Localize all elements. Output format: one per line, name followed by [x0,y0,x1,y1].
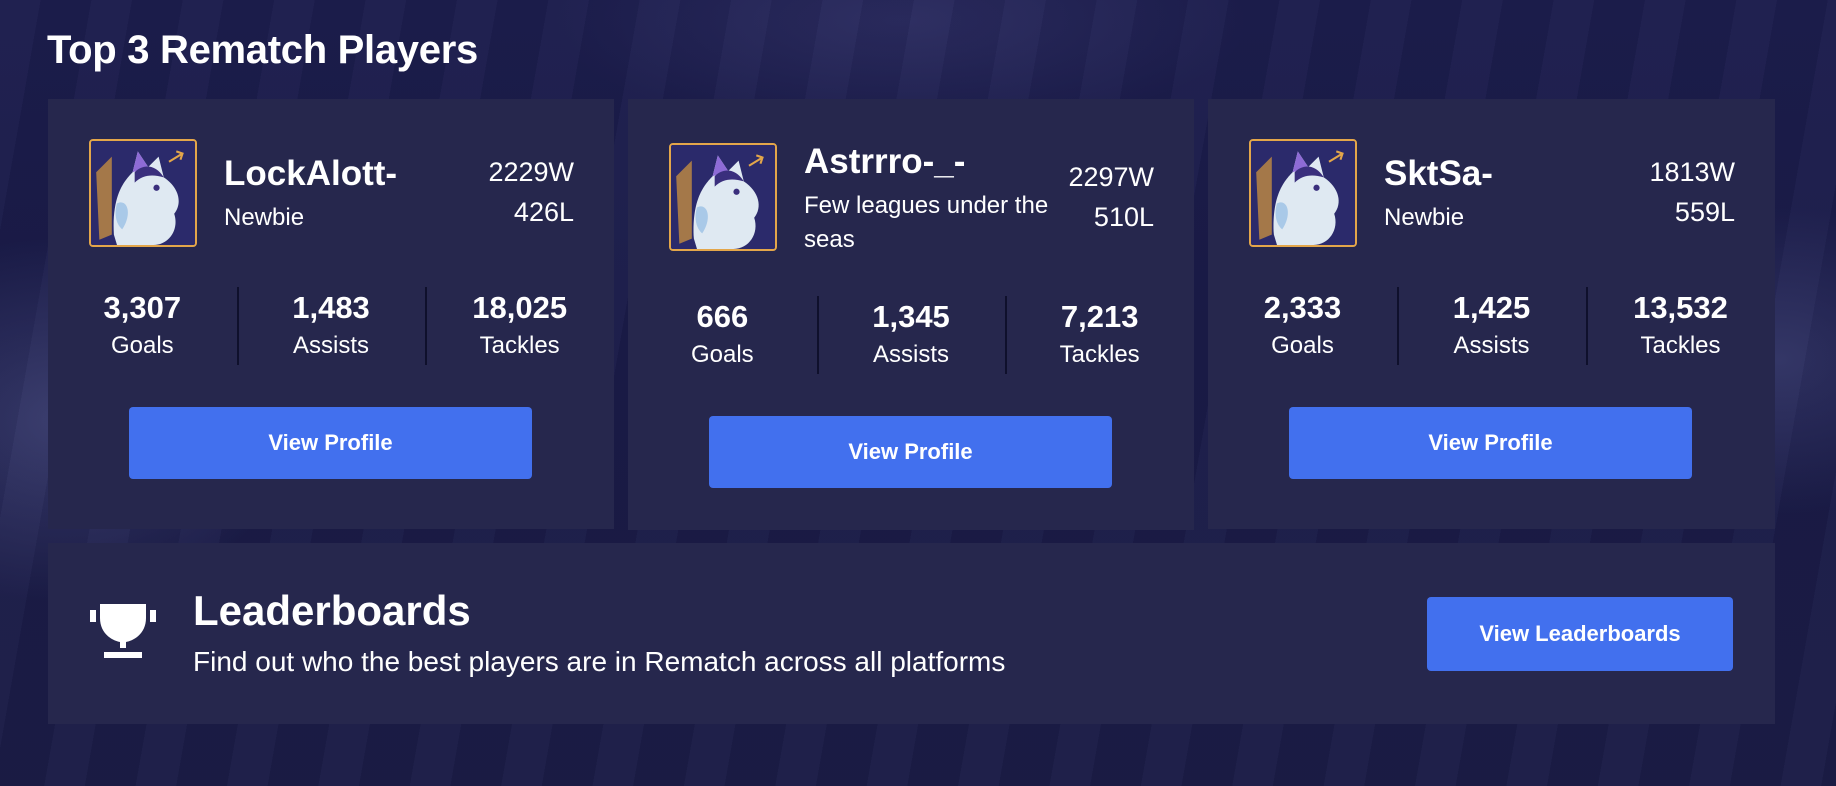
view-profile-button[interactable]: View Profile [709,416,1112,488]
player-avatar [669,143,777,251]
stat-label: Goals [690,341,754,368]
stat-value: 13,532 [1633,290,1728,325]
leaderboards-title: Leaderboards [193,587,471,634]
stat-value: 1,345 [872,299,950,334]
player-wins: 2297W [1068,162,1154,192]
stat-tackles: 18,025 Tackles [425,287,614,365]
player-name[interactable]: LockAlott- [224,154,397,194]
view-profile-button[interactable]: View Profile [129,407,532,479]
stat-value: 1,425 [1452,290,1531,325]
stat-label: Tackles [1640,332,1721,359]
player-losses: 559L [1674,197,1735,227]
stat-goals: 666 Goals [628,296,817,372]
player-stats: 2,333 Goals 1,425 Assists 13,532 Tackles [1208,287,1775,365]
stat-label: Goals [1271,332,1334,359]
player-card: LockAlott- Newbie 2229W 426L 3,307 Goals… [48,99,614,529]
stat-assists: 1,483 Assists [236,287,426,365]
player-record: 1813W 559L [1649,152,1735,232]
stat-label: Assists [293,332,370,359]
player-card: Astrrro-_- Few leagues under the seas 22… [628,99,1194,530]
view-leaderboards-button[interactable]: View Leaderboards [1427,597,1733,671]
player-rank: Newbie [224,204,305,231]
player-rank: Few leagues under the seas [804,192,1049,253]
stat-value: 666 [696,299,749,334]
stat-tackles: 7,213 Tackles [1005,296,1194,374]
player-wins: 1813W [1649,157,1735,187]
stat-assists: 1,425 Assists [1397,287,1586,365]
stat-goals: 2,333 Goals [1208,287,1397,363]
stat-tackles: 13,532 Tackles [1586,287,1775,365]
trophy-icon [90,604,156,660]
stat-value: 3,307 [103,290,182,325]
stat-label: Tackles [1059,341,1140,368]
player-stats: 3,307 Goals 1,483 Assists 18,025 Tackles [48,287,614,365]
player-losses: 426L [513,197,574,227]
leaderboards-subtitle: Find out who the best players are in Rem… [193,646,1006,677]
player-wins: 2229W [488,157,574,187]
page-title: Top 3 Rematch Players [47,28,478,72]
player-losses: 510L [1093,202,1154,232]
stat-label: Tackles [479,332,560,359]
stat-value: 2,333 [1263,290,1342,325]
stat-label: Goals [110,332,174,359]
stat-label: Assists [1453,332,1530,359]
cat-avatar-icon [91,141,195,245]
stat-label: Assists [873,341,950,368]
player-name[interactable]: Astrrro-_- [804,142,965,182]
view-profile-button[interactable]: View Profile [1289,407,1692,479]
player-avatar [89,139,197,247]
player-card: SktSa- Newbie 1813W 559L 2,333 Goals 1,4… [1208,99,1775,529]
stat-assists: 1,345 Assists [816,296,1006,374]
player-avatar [1249,139,1357,247]
player-rank: Newbie [1384,204,1465,231]
stat-value: 18,025 [472,290,568,325]
stat-value: 1,483 [292,290,370,325]
stat-goals: 3,307 Goals [48,287,237,363]
player-name[interactable]: SktSa- [1384,154,1493,194]
stat-value: 7,213 [1060,299,1139,334]
player-record: 2229W 426L [488,152,574,232]
player-stats: 666 Goals 1,345 Assists 7,213 Tackles [628,296,1194,374]
cat-avatar-icon [671,145,775,249]
leaderboards-card: Leaderboards Find out who the best playe… [48,543,1775,724]
player-record: 2297W 510L [1068,157,1154,237]
cat-avatar-icon [1251,141,1355,245]
